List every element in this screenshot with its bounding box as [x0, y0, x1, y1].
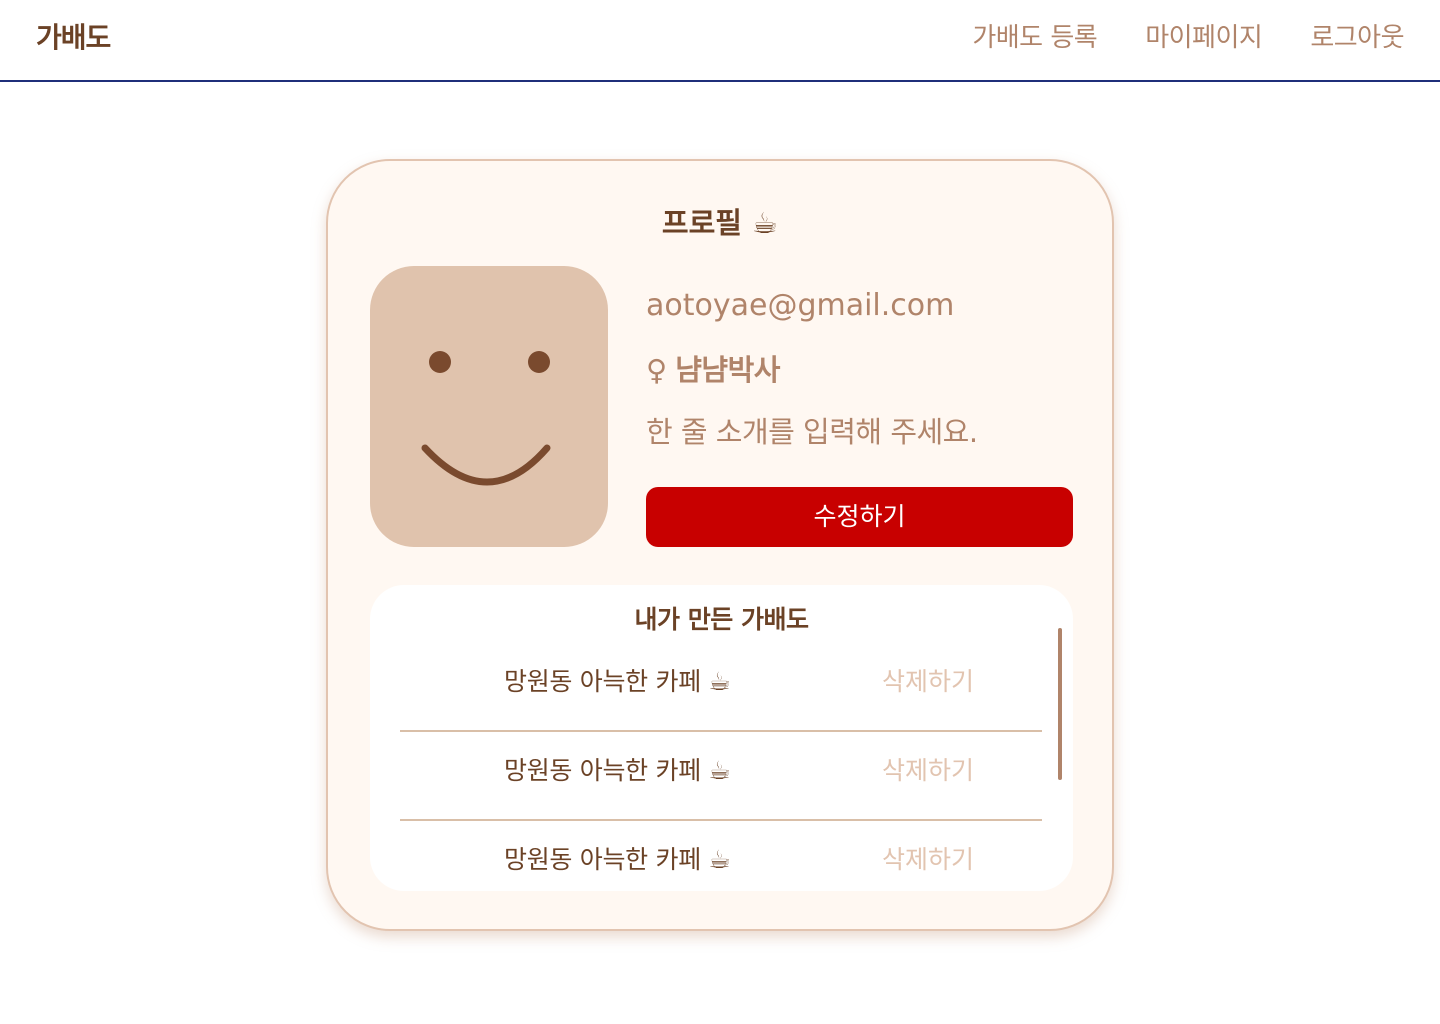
nav-mypage-link[interactable]: 마이페이지	[1145, 18, 1263, 58]
nickname-text: 냠냠박사	[675, 353, 780, 387]
profile-card: 프로필 ☕ aotoyae@gmail.com ♀ 냠냠박사 한 줄 소개를 입…	[326, 159, 1114, 931]
email-text: aotoyae@gmail.com	[646, 288, 955, 323]
list-item-title[interactable]: 망원동 아늑한 카페 ☕	[504, 754, 731, 788]
scrollbar-thumb[interactable]	[1058, 628, 1062, 780]
logo[interactable]: 가배도	[36, 18, 111, 58]
list-item[interactable]: 망원동 아늑한 카페 ☕ 삭제하기	[400, 821, 1042, 891]
profile-title: 프로필 ☕	[661, 206, 779, 240]
list-item[interactable]: 망원동 아늑한 카페 ☕ 삭제하기	[400, 732, 1042, 821]
header: 가배도 가배도 등록 마이페이지 로그아웃	[0, 0, 1440, 82]
list-item[interactable]: 망원동 아늑한 카페 ☕ 삭제하기	[400, 643, 1042, 732]
list-rows: 망원동 아늑한 카페 ☕ 삭제하기 망원동 아늑한 카페 ☕ 삭제하기 망원동 …	[400, 643, 1042, 891]
delete-button[interactable]: 삭제하기	[882, 665, 974, 699]
nav-register-link[interactable]: 가배도 등록	[972, 18, 1097, 58]
nav-logout-link[interactable]: 로그아웃	[1310, 18, 1404, 58]
my-gabaedo-list: 내가 만든 가배도 망원동 아늑한 카페 ☕ 삭제하기 망원동 아늑한 카페 ☕…	[370, 585, 1073, 891]
avatar	[370, 266, 608, 547]
list-title: 내가 만든 가배도	[634, 605, 809, 634]
nav-bar: 가배도 등록 마이페이지 로그아웃	[972, 18, 1404, 58]
intro-text: 한 줄 소개를 입력해 주세요.	[646, 415, 978, 449]
name-row: ♀ 냠냠박사	[646, 350, 1076, 390]
list-item-title[interactable]: 망원동 아늑한 카페 ☕	[504, 665, 731, 699]
delete-button[interactable]: 삭제하기	[882, 843, 974, 877]
female-icon: ♀	[646, 353, 668, 387]
profile-info: aotoyae@gmail.com ♀ 냠냠박사 한 줄 소개를 입력해 주세요…	[646, 286, 1076, 452]
edit-profile-button[interactable]: 수정하기	[646, 487, 1073, 547]
smiley-face-icon	[421, 351, 551, 486]
delete-button[interactable]: 삭제하기	[882, 754, 974, 788]
list-item-title[interactable]: 망원동 아늑한 카페 ☕	[504, 843, 731, 877]
